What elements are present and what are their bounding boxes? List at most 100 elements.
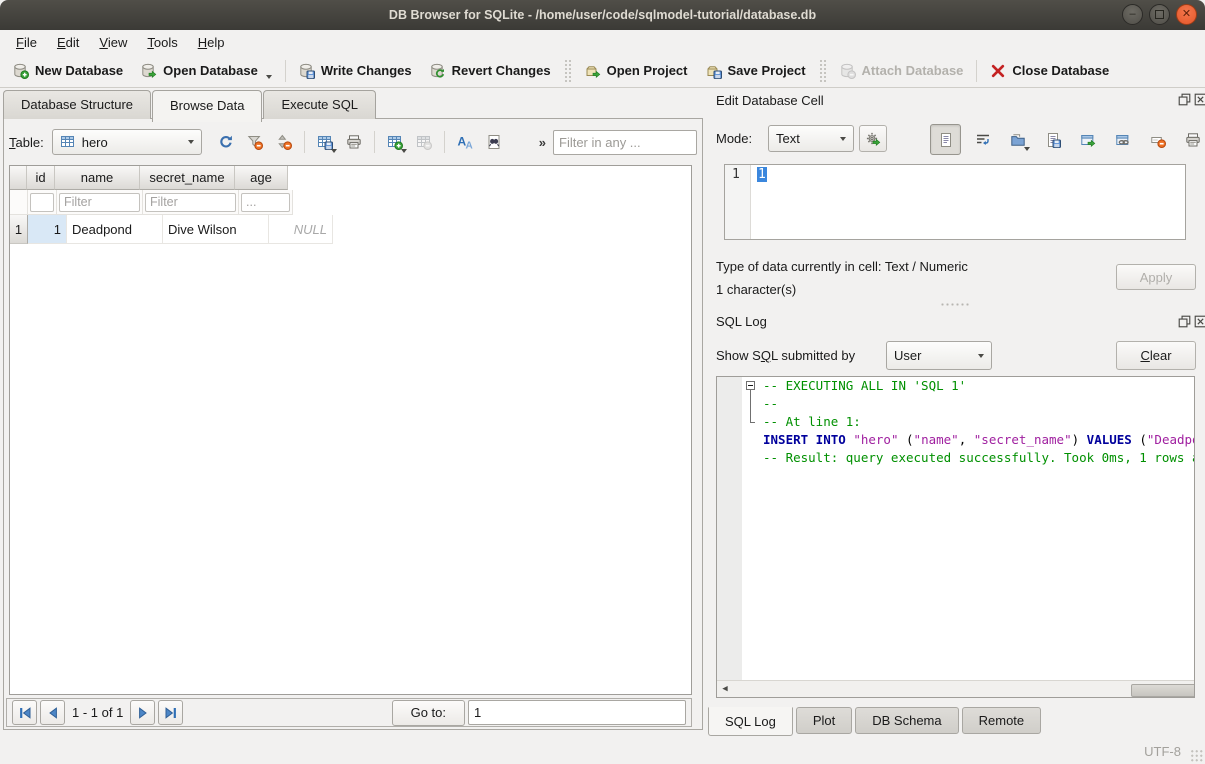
write-changes-button[interactable]: Write Changes	[290, 59, 421, 83]
scrollbar-thumb[interactable]	[1131, 684, 1195, 697]
goto-input[interactable]	[468, 700, 686, 725]
save-table-button[interactable]	[312, 129, 338, 155]
fold-margin	[742, 449, 759, 467]
minimize-icon: –	[1129, 9, 1135, 20]
bottom-tab-plot[interactable]: Plot	[796, 707, 852, 734]
revert-changes-button[interactable]: Revert Changes	[421, 59, 560, 83]
close-database-button[interactable]: Close Database	[981, 59, 1118, 83]
apply-mode-button[interactable]	[859, 125, 887, 152]
save-project-button[interactable]: Save Project	[697, 59, 815, 83]
menu-edit[interactable]: Edit	[47, 32, 89, 53]
next-page-button[interactable]	[130, 700, 155, 725]
tab-execute-sql[interactable]: Execute SQL	[263, 90, 376, 119]
link-window-icon	[1115, 132, 1131, 148]
bottom-tab-db-schema[interactable]: DB Schema	[855, 707, 958, 734]
horizontal-scrollbar[interactable]: ◀ ▶	[717, 680, 1194, 697]
float-icon[interactable]	[1178, 93, 1191, 106]
menu-help[interactable]: Help	[188, 32, 235, 53]
titlebar[interactable]: DB Browser for SQLite - /home/user/code/…	[0, 0, 1205, 30]
open-external-button[interactable]	[1075, 127, 1101, 153]
scrollbar-track[interactable]	[733, 682, 1178, 697]
first-page-button[interactable]	[12, 700, 37, 725]
revert-changes-icon	[430, 63, 446, 79]
data-grid[interactable]: idnamesecret_nameage11DeadpondDive Wilso…	[9, 165, 692, 695]
fold-margin[interactable]	[742, 377, 759, 395]
sql-submitter-select[interactable]: User	[886, 341, 992, 370]
scroll-left-icon[interactable]: ◀	[717, 682, 733, 697]
export-data-button[interactable]	[1040, 127, 1066, 153]
cell-secret_name[interactable]: Dive Wilson	[163, 215, 269, 244]
float-icon[interactable]	[1178, 315, 1191, 328]
find-in-cells-button[interactable]	[481, 129, 507, 155]
prev-page-button[interactable]	[40, 700, 65, 725]
cell-id[interactable]: 1	[28, 215, 67, 244]
resize-grip[interactable]	[1190, 749, 1203, 762]
toolbar-drag-handle[interactable]	[564, 59, 572, 83]
column-header-name[interactable]: name	[55, 166, 140, 190]
open-project-label: Open Project	[607, 63, 688, 78]
filter-cell	[28, 190, 57, 215]
word-wrap-button[interactable]	[970, 127, 996, 153]
clear-log-button[interactable]: Clear	[1116, 341, 1196, 370]
last-page-button[interactable]	[158, 700, 183, 725]
toolbar-drag-handle[interactable]	[819, 59, 827, 83]
apply-button[interactable]: Apply	[1116, 264, 1196, 290]
cell-age[interactable]: NULL	[269, 215, 333, 244]
filter-input-age[interactable]	[241, 193, 290, 212]
mode-select[interactable]: Text	[768, 125, 854, 152]
font-format-button[interactable]: AA	[452, 129, 478, 155]
filter-input-name[interactable]	[59, 193, 140, 212]
clear-sorting-button[interactable]	[271, 129, 297, 155]
print-cell-button[interactable]	[1180, 127, 1205, 153]
import-data-button[interactable]	[1005, 127, 1031, 153]
open-project-button[interactable]: Open Project	[576, 59, 697, 83]
menubar: FileEditViewToolsHelp	[0, 30, 1205, 54]
new-database-button[interactable]: New Database	[4, 59, 132, 83]
table-select[interactable]: hero	[52, 129, 202, 155]
word-wrap-icon	[975, 132, 991, 148]
attach-database-button[interactable]: Attach Database	[831, 59, 973, 83]
toolbar-overflow-chevron[interactable]: »	[535, 135, 550, 150]
encoding-indicator[interactable]: UTF-8	[1144, 744, 1181, 759]
close-button[interactable]: ✕	[1176, 4, 1197, 25]
table-row[interactable]: 11DeadpondDive WilsonNULL	[10, 215, 691, 244]
toolbar-separator	[304, 131, 305, 153]
bottom-tab-remote[interactable]: Remote	[962, 707, 1042, 734]
open-external-icon	[1080, 132, 1096, 148]
close-dock-icon[interactable]	[1194, 93, 1205, 106]
print-table-button[interactable]	[341, 129, 367, 155]
filter-any-input[interactable]	[553, 130, 697, 155]
set-null-button[interactable]	[1145, 127, 1171, 153]
close-dock-icon[interactable]	[1194, 315, 1205, 328]
row-number[interactable]: 1	[10, 215, 28, 244]
menu-view[interactable]: View	[89, 32, 137, 53]
column-header-id[interactable]: id	[27, 166, 55, 190]
record-range: 1 - 1 of 1	[68, 705, 127, 720]
delete-record-button[interactable]	[411, 129, 437, 155]
cell-name[interactable]: Deadpond	[67, 215, 163, 244]
column-header-secret_name[interactable]: secret_name	[140, 166, 235, 190]
column-header-age[interactable]: age	[235, 166, 288, 190]
menu-tools[interactable]: Tools	[137, 32, 187, 53]
dock-splitter-handle[interactable]	[940, 302, 970, 308]
open-database-button[interactable]: Open Database	[132, 59, 281, 83]
minimize-button[interactable]: –	[1122, 4, 1143, 25]
export-doc-icon	[1045, 132, 1061, 148]
goto-button[interactable]: Go to:	[392, 700, 465, 726]
sql-log-editor[interactable]: 1-- EXECUTING ALL IN 'SQL 1'2--3-- At li…	[716, 376, 1195, 698]
clear-filters-button[interactable]	[242, 129, 268, 155]
filter-input-secret_name[interactable]	[145, 193, 236, 212]
insert-record-button[interactable]	[382, 129, 408, 155]
tab-browse-data[interactable]: Browse Data	[152, 90, 262, 122]
bottom-tab-sql-log[interactable]: SQL Log	[708, 707, 793, 736]
text-view-button[interactable]	[930, 124, 961, 155]
menu-file[interactable]: File	[6, 32, 47, 53]
line-number-gutter	[717, 377, 742, 681]
cell-editor[interactable]: 1 1	[724, 164, 1186, 240]
maximize-button[interactable]	[1149, 4, 1170, 25]
tab-database-structure[interactable]: Database Structure	[3, 90, 151, 119]
filter-input-id[interactable]	[30, 193, 54, 212]
fold-collapse-icon[interactable]	[746, 381, 755, 390]
refresh-button[interactable]	[213, 129, 239, 155]
copy-link-button[interactable]	[1110, 127, 1136, 153]
